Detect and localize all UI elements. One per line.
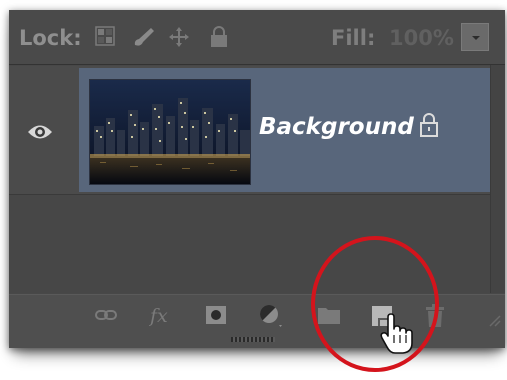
city-skyline-thumbnail-image [90, 80, 250, 184]
lock-image-pixels-icon[interactable] [131, 25, 157, 49]
layer-thumbnail [89, 79, 251, 185]
fill-label: Fill: [331, 26, 376, 50]
eye-icon[interactable] [27, 123, 53, 141]
layer-style-fx-icon[interactable]: fx [149, 303, 173, 327]
layers-scrollbar[interactable] [490, 65, 505, 293]
resize-grip-icon[interactable] [487, 313, 501, 327]
lock-label: Lock: [19, 26, 82, 50]
svg-text:fx: fx [149, 305, 168, 327]
fill-value[interactable]: 100% [389, 26, 454, 50]
lock-transparent-pixels-icon[interactable] [94, 25, 116, 47]
lock-bar: Lock: Fill: 100% [9, 10, 505, 65]
add-mask-icon[interactable] [205, 305, 227, 325]
panel-resize-grip[interactable] [231, 337, 275, 342]
lock-all-icon[interactable] [209, 25, 229, 49]
hand-pointer-cursor-icon [380, 313, 413, 354]
link-layers-icon[interactable] [95, 307, 117, 323]
fill-dropdown-button[interactable] [461, 23, 489, 51]
lock-position-icon[interactable] [167, 25, 191, 49]
lock-icon [420, 113, 438, 137]
layer-row-background[interactable]: Background [9, 66, 491, 195]
highlight-circle [311, 236, 439, 372]
layer-name[interactable]: Background [259, 114, 414, 140]
adjustment-layer-icon[interactable] [258, 303, 284, 329]
layer-selection-highlight[interactable]: Background [79, 68, 491, 192]
